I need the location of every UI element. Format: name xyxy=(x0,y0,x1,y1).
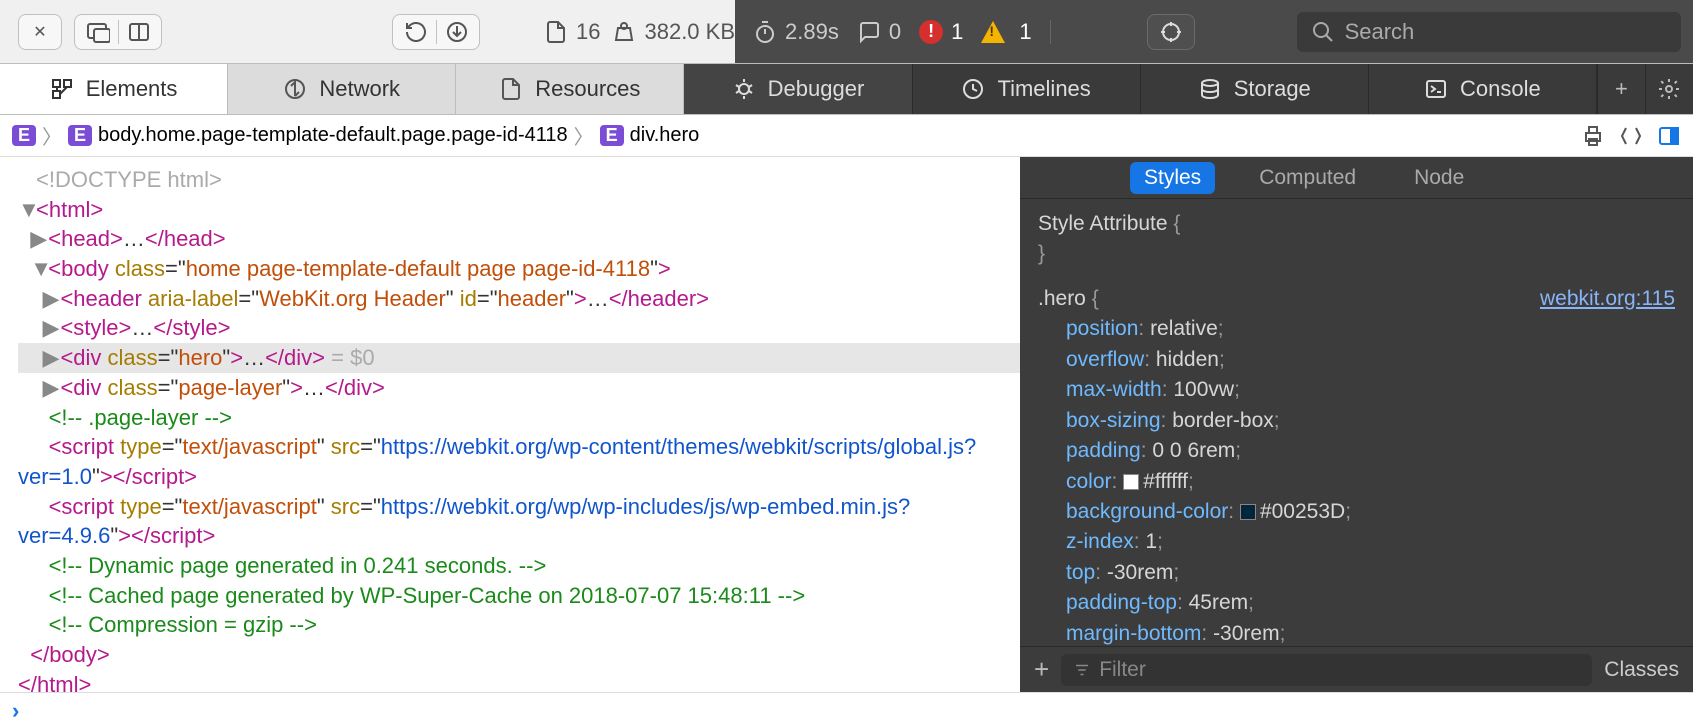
tab-storage[interactable]: Storage xyxy=(1141,64,1369,114)
tab-debugger[interactable]: Debugger xyxy=(684,64,912,114)
crosshair-icon xyxy=(1159,20,1183,44)
css-declaration[interactable]: box-sizing: border-box; xyxy=(1038,406,1675,436)
main-area: <!DOCTYPE html> ▼<html> ▶<head>…</head> … xyxy=(0,157,1693,692)
file-count-value: 16 xyxy=(576,19,600,45)
error-icon: ! xyxy=(919,20,943,44)
classes-button[interactable]: Classes xyxy=(1604,658,1679,682)
toolbar: ✕ 16 382.0 KB 2.89s 0 xyxy=(0,0,1693,63)
tab-elements[interactable]: Elements xyxy=(0,64,228,114)
css-declaration[interactable]: z-index: 1; xyxy=(1038,527,1675,557)
timelines-icon xyxy=(961,77,985,101)
styles-panel: Styles Computed Node Style Attribute { }… xyxy=(1020,157,1693,692)
css-declaration[interactable]: padding: 0 0 6rem; xyxy=(1038,436,1675,466)
rule-source-link[interactable]: webkit.org:115 xyxy=(1540,284,1675,314)
warning-icon: ! xyxy=(981,21,1005,43)
settings-button[interactable] xyxy=(1645,64,1693,114)
css-declaration[interactable]: top: -30rem; xyxy=(1038,558,1675,588)
load-time: 2.89s xyxy=(753,19,839,45)
reload-download[interactable] xyxy=(392,14,480,50)
filter-input[interactable]: Filter xyxy=(1061,654,1592,686)
dock-toggle[interactable] xyxy=(74,14,162,50)
css-declaration[interactable]: padding-top: 45rem; xyxy=(1038,588,1675,618)
file-icon xyxy=(544,20,568,44)
warnings-count: ! 1 xyxy=(981,19,1031,45)
errors-count: ! 1 xyxy=(919,19,963,45)
errors-value: 1 xyxy=(951,19,963,45)
warnings-value: 1 xyxy=(1019,19,1031,45)
elements-icon xyxy=(50,77,74,101)
resource-size: 382.0 KB xyxy=(612,19,735,45)
search-placeholder: Search xyxy=(1345,19,1415,45)
inspect-button[interactable] xyxy=(1147,14,1195,50)
selected-element-badge[interactable]: E xyxy=(600,125,624,146)
load-time-value: 2.89s xyxy=(785,19,839,45)
resources-icon xyxy=(499,77,523,101)
weight-icon xyxy=(612,20,636,44)
styles-tab-node[interactable]: Node xyxy=(1400,162,1478,194)
print-icon[interactable] xyxy=(1581,124,1605,148)
panel-toggle-icon[interactable] xyxy=(1657,124,1681,148)
tab-console[interactable]: Console xyxy=(1369,64,1597,114)
file-count: 16 xyxy=(544,19,600,45)
search-input[interactable]: Search xyxy=(1297,12,1681,52)
gear-icon xyxy=(1657,77,1681,101)
compositing-icon[interactable] xyxy=(1619,124,1643,148)
body-element-badge[interactable]: E xyxy=(68,125,92,146)
selected-dom-node[interactable]: ▶<div class="hero">…</div> = $0 xyxy=(18,343,1020,373)
prompt-chevron-icon: › xyxy=(12,698,19,724)
messages-count: 0 xyxy=(857,19,901,45)
styles-tab-computed[interactable]: Computed xyxy=(1245,162,1370,194)
css-declaration[interactable]: max-width: 100vw; xyxy=(1038,375,1675,405)
filter-icon xyxy=(1073,661,1091,679)
storage-icon xyxy=(1198,77,1222,101)
search-icon xyxy=(1311,20,1335,44)
styles-tab-styles[interactable]: Styles xyxy=(1130,162,1215,194)
toolbar-right: 2.89s 0 ! 1 ! 1 Search xyxy=(735,0,1693,63)
tab-network[interactable]: Network xyxy=(228,64,456,114)
stopwatch-icon xyxy=(753,20,777,44)
add-tab-button[interactable]: + xyxy=(1597,64,1645,114)
tab-bar: Elements Network Resources Debugger Time… xyxy=(0,63,1693,115)
resource-size-value: 382.0 KB xyxy=(644,19,735,45)
console-icon xyxy=(1424,77,1448,101)
add-rule-button[interactable]: + xyxy=(1034,654,1049,685)
style-rules[interactable]: Style Attribute { } .hero {webkit.org:11… xyxy=(1020,199,1693,646)
reload-icon xyxy=(404,20,428,44)
css-declaration[interactable]: position: relative; xyxy=(1038,314,1675,344)
breadcrumb-body[interactable]: body.home.page-template-default.page.pag… xyxy=(98,124,568,147)
network-icon xyxy=(283,77,307,101)
close-button[interactable]: ✕ xyxy=(18,14,62,50)
dom-tree[interactable]: <!DOCTYPE html> ▼<html> ▶<head>…</head> … xyxy=(0,157,1020,692)
styles-tab-bar: Styles Computed Node xyxy=(1020,157,1693,199)
messages-value: 0 xyxy=(889,19,901,45)
css-declaration[interactable]: background-color: #00253D; xyxy=(1038,497,1675,527)
css-declaration[interactable]: color: #ffffff; xyxy=(1038,467,1675,497)
breadcrumb: E 〉 E body.home.page-template-default.pa… xyxy=(0,115,1693,157)
styles-footer: + Filter Classes xyxy=(1020,646,1693,692)
debugger-icon xyxy=(732,77,756,101)
breadcrumb-selected[interactable]: div.hero xyxy=(630,124,700,147)
download-icon xyxy=(445,20,469,44)
root-element-badge[interactable]: E xyxy=(12,125,36,146)
css-declaration[interactable]: margin-bottom: -30rem; xyxy=(1038,619,1675,646)
toolbar-left: ✕ 16 382.0 KB xyxy=(0,0,735,63)
css-declaration[interactable]: overflow: hidden; xyxy=(1038,345,1675,375)
tab-resources[interactable]: Resources xyxy=(456,64,684,114)
tab-timelines[interactable]: Timelines xyxy=(913,64,1141,114)
console-prompt[interactable]: › xyxy=(0,692,1693,728)
message-icon xyxy=(857,20,881,44)
